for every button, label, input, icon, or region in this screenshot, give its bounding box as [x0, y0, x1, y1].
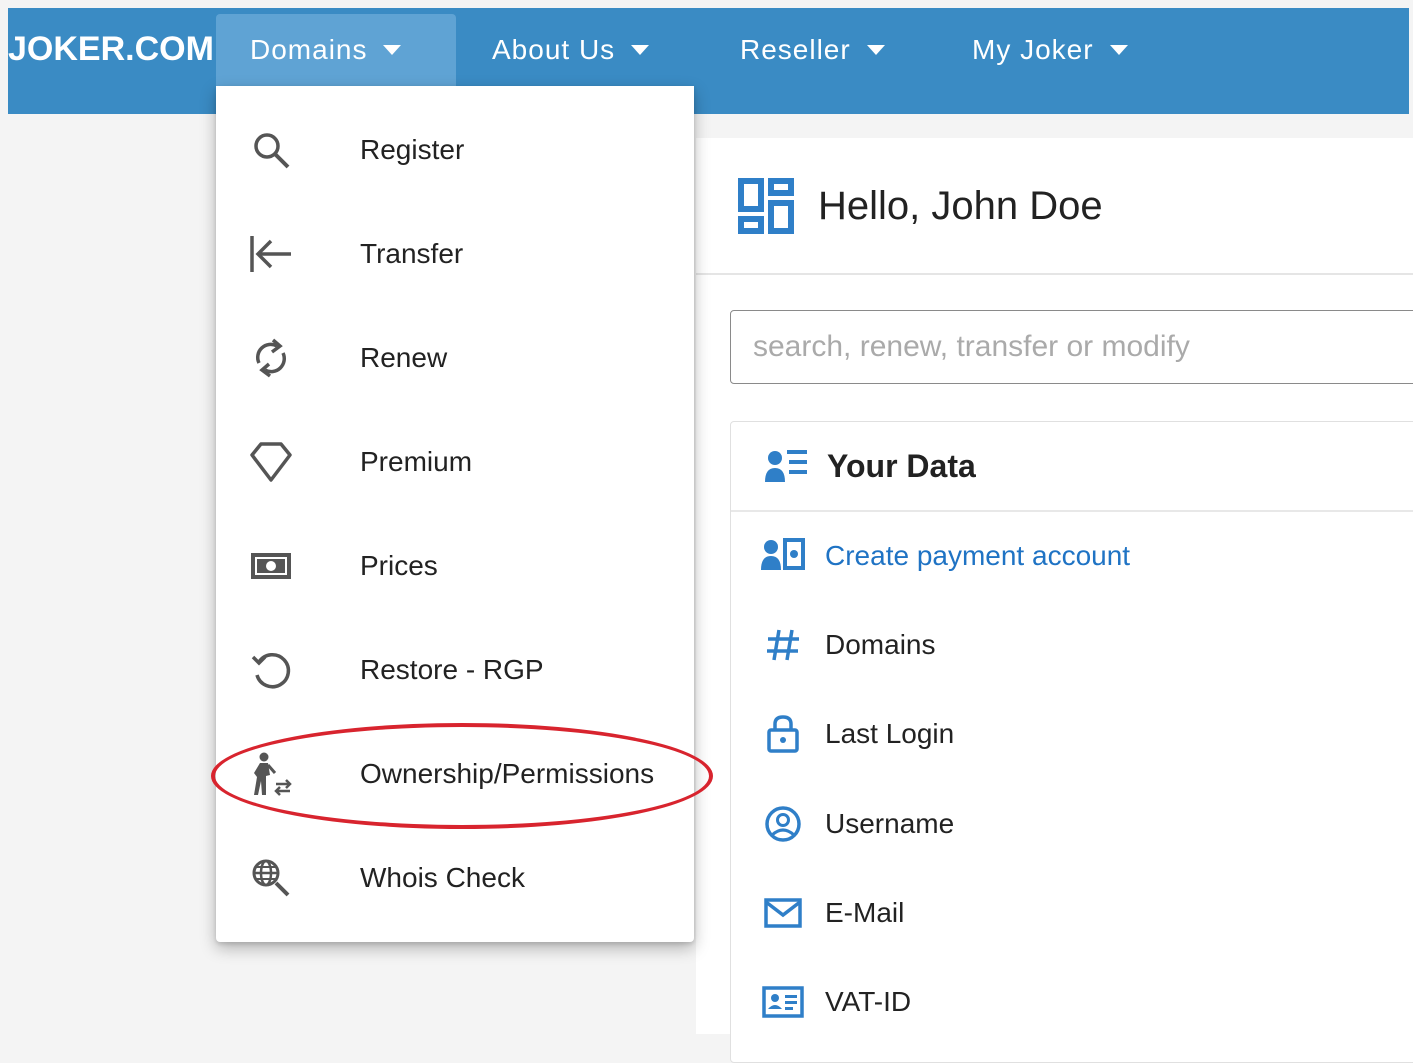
diamond-icon	[246, 437, 296, 487]
menu-item-transfer[interactable]: Transfer	[216, 202, 694, 306]
lock-icon	[761, 712, 805, 756]
search-input[interactable]	[730, 310, 1413, 384]
nav-domains[interactable]: Domains	[216, 14, 456, 86]
nav-about-us-label: About Us	[492, 34, 616, 65]
create-payment-account-label: Create payment account	[825, 540, 1131, 571]
renew-icon	[246, 333, 296, 383]
your-data-card: Your Data Create payment account Domains…	[730, 421, 1413, 1063]
caret-down-icon	[631, 45, 650, 55]
data-row-domains-label: Domains	[825, 629, 936, 660]
joker-logo[interactable]: JOKER.COM	[8, 30, 214, 69]
greeting-title: Hello, John Doe	[818, 183, 1103, 228]
money-icon	[246, 541, 296, 591]
data-row-vat-id: VAT-ID	[761, 980, 911, 1024]
menu-item-ownership-permissions-label: Ownership/Permissions	[360, 758, 655, 789]
data-row-domains[interactable]: Domains	[761, 623, 935, 667]
data-row-email: E-Mail	[761, 891, 904, 935]
restore-icon	[246, 645, 296, 695]
dashboard-icon	[738, 178, 794, 234]
menu-item-premium-label: Premium	[360, 446, 473, 477]
menu-item-whois-check[interactable]: Whois Check	[216, 826, 694, 930]
hash-icon	[761, 623, 805, 667]
menu-item-premium[interactable]: Premium	[216, 410, 694, 514]
menu-item-restore-rgp-label: Restore - RGP	[360, 654, 544, 685]
user-circle-icon	[761, 802, 805, 846]
divider	[696, 273, 1413, 275]
menu-item-ownership-permissions[interactable]: Ownership/Permissions	[216, 722, 694, 826]
data-row-email-label: E-Mail	[825, 897, 905, 928]
id-card-icon	[761, 980, 805, 1024]
data-row-username: Username	[761, 802, 954, 846]
data-row-last-login: Last Login	[761, 712, 954, 756]
menu-item-renew-label: Renew	[360, 342, 448, 373]
nav-reseller-label: Reseller	[740, 34, 851, 65]
contact-list-icon	[765, 450, 807, 482]
data-row-last-login-label: Last Login	[825, 718, 955, 749]
transfer-icon	[246, 229, 296, 279]
menu-item-whois-check-label: Whois Check	[360, 862, 525, 893]
create-payment-account-link[interactable]: Create payment account	[761, 534, 1130, 578]
data-row-vat-id-label: VAT-ID	[825, 986, 912, 1017]
domains-dropdown-menu: Register Transfer Renew Premium Prices R…	[216, 86, 694, 942]
menu-item-register-label: Register	[360, 134, 465, 165]
menu-item-transfer-label: Transfer	[360, 238, 464, 269]
menu-item-prices[interactable]: Prices	[216, 514, 694, 618]
caret-down-icon	[866, 45, 885, 55]
globe-search-icon	[246, 853, 296, 903]
caret-down-icon	[383, 45, 402, 55]
caret-down-icon	[1109, 45, 1128, 55]
data-row-username-label: Username	[825, 808, 955, 839]
nav-my-joker[interactable]: My Joker	[972, 14, 1128, 86]
payment-account-icon	[761, 534, 805, 578]
ownership-icon	[246, 749, 296, 799]
mail-icon	[761, 891, 805, 935]
greeting-header: Hello, John Doe	[738, 178, 1103, 234]
your-data-title: Your Data	[827, 447, 976, 484]
nav-reseller[interactable]: Reseller	[740, 14, 885, 86]
nav-about-us[interactable]: About Us	[492, 14, 650, 86]
main-content: Hello, John Doe Your Data	[696, 138, 1413, 1063]
menu-item-prices-label: Prices	[360, 550, 438, 581]
your-data-header: Your Data	[731, 422, 1413, 512]
nav-domains-label: Domains	[250, 34, 368, 65]
nav-my-joker-label: My Joker	[972, 34, 1094, 65]
menu-item-restore-rgp[interactable]: Restore - RGP	[216, 618, 694, 722]
search-icon	[246, 125, 296, 175]
menu-item-register[interactable]: Register	[216, 98, 694, 202]
menu-item-renew[interactable]: Renew	[216, 306, 694, 410]
